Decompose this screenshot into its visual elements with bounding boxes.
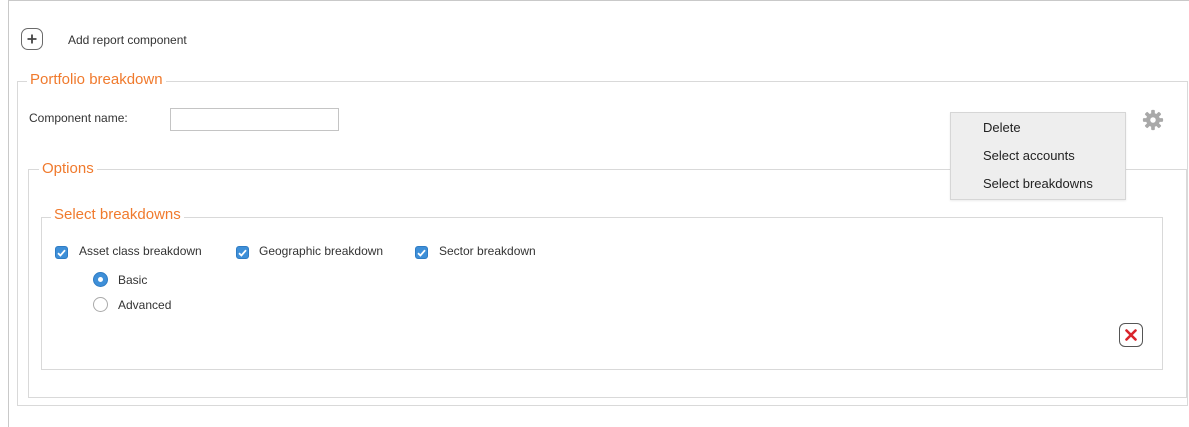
remove-breakdown-button[interactable]: [1119, 323, 1143, 347]
select-breakdowns-panel: [41, 217, 1163, 370]
component-name-input[interactable]: [170, 108, 339, 131]
check-icon: [238, 249, 247, 257]
gear-icon[interactable]: [1142, 109, 1164, 131]
panel-title: Portfolio breakdown: [27, 71, 166, 89]
select-breakdowns-title: Select breakdowns: [51, 206, 184, 224]
menu-item-select-accounts[interactable]: Select accounts: [983, 148, 1075, 163]
geographic-checkbox[interactable]: [236, 246, 249, 259]
component-menu: Delete Select accounts Select breakdowns: [950, 112, 1126, 200]
check-icon: [57, 249, 66, 257]
options-title: Options: [39, 160, 97, 178]
geographic-label[interactable]: Geographic breakdown: [259, 244, 383, 258]
advanced-radio[interactable]: [93, 297, 108, 312]
asset-class-checkbox[interactable]: [55, 246, 68, 259]
basic-radio[interactable]: [93, 272, 108, 287]
basic-label[interactable]: Basic: [118, 273, 147, 287]
component-name-label: Component name:: [29, 111, 128, 125]
menu-item-select-breakdowns[interactable]: Select breakdowns: [983, 176, 1093, 191]
add-component-button[interactable]: [21, 28, 43, 50]
sector-checkbox[interactable]: [415, 246, 428, 259]
plus-icon: [27, 34, 37, 44]
add-component-label[interactable]: Add report component: [68, 33, 187, 47]
sector-label[interactable]: Sector breakdown: [439, 244, 536, 258]
advanced-label[interactable]: Advanced: [118, 298, 171, 312]
close-icon: [1125, 329, 1137, 341]
asset-class-label[interactable]: Asset class breakdown: [79, 244, 202, 258]
menu-item-delete[interactable]: Delete: [983, 120, 1021, 135]
check-icon: [417, 249, 426, 257]
